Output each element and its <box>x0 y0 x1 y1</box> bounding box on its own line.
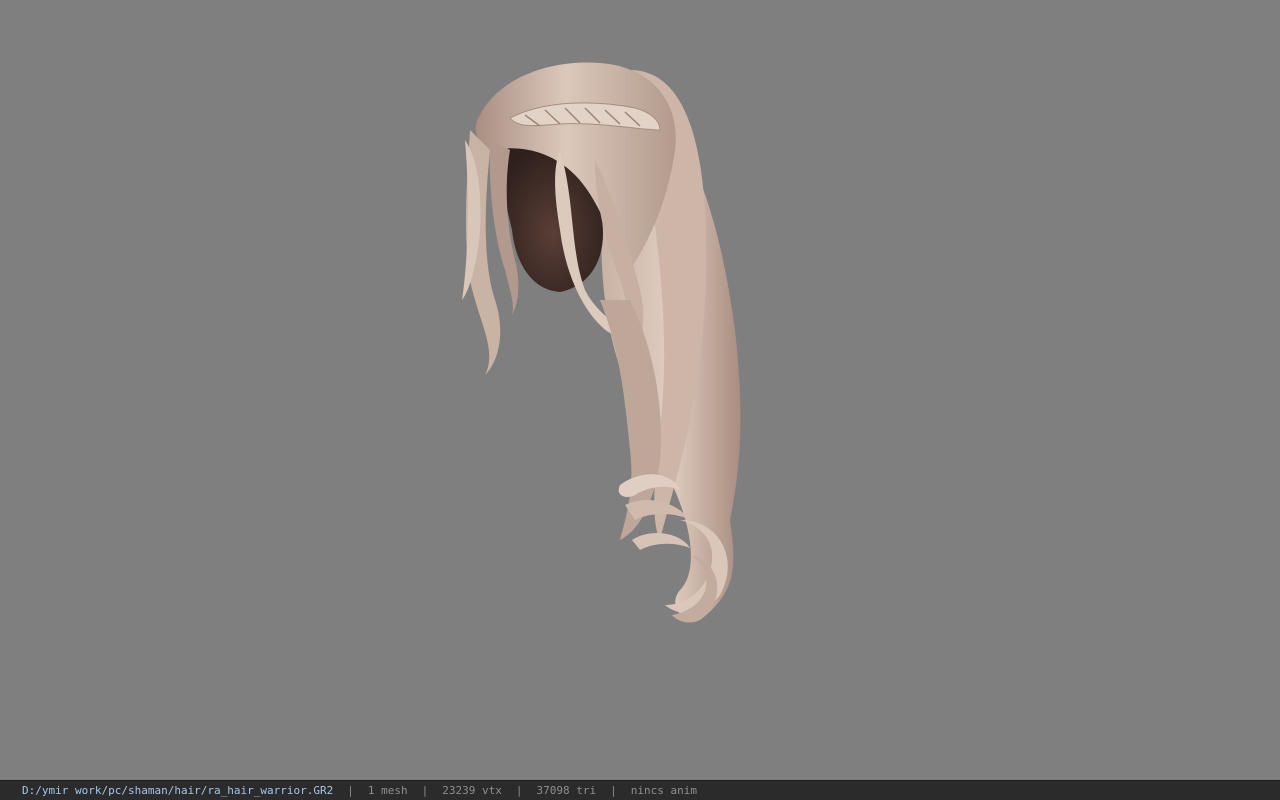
hair-curl-3 <box>632 533 690 550</box>
status-bar: D:/ymir work/pc/shaman/hair/ra_hair_warr… <box>0 780 1280 800</box>
separator: | <box>421 784 429 797</box>
animation-status: nincs anim <box>630 784 697 797</box>
3d-viewport[interactable] <box>0 0 1280 780</box>
separator: | <box>515 784 523 797</box>
triangle-count: 37098 tri <box>536 784 597 797</box>
separator: | <box>610 784 617 797</box>
separator: | <box>347 784 354 797</box>
vertex-count: 23239 vtx <box>442 784 502 797</box>
file-path: D:/ymir work/pc/shaman/hair/ra_hair_warr… <box>22 784 334 797</box>
hair-model[interactable] <box>0 0 1280 780</box>
mesh-count: 1 mesh <box>367 784 408 797</box>
